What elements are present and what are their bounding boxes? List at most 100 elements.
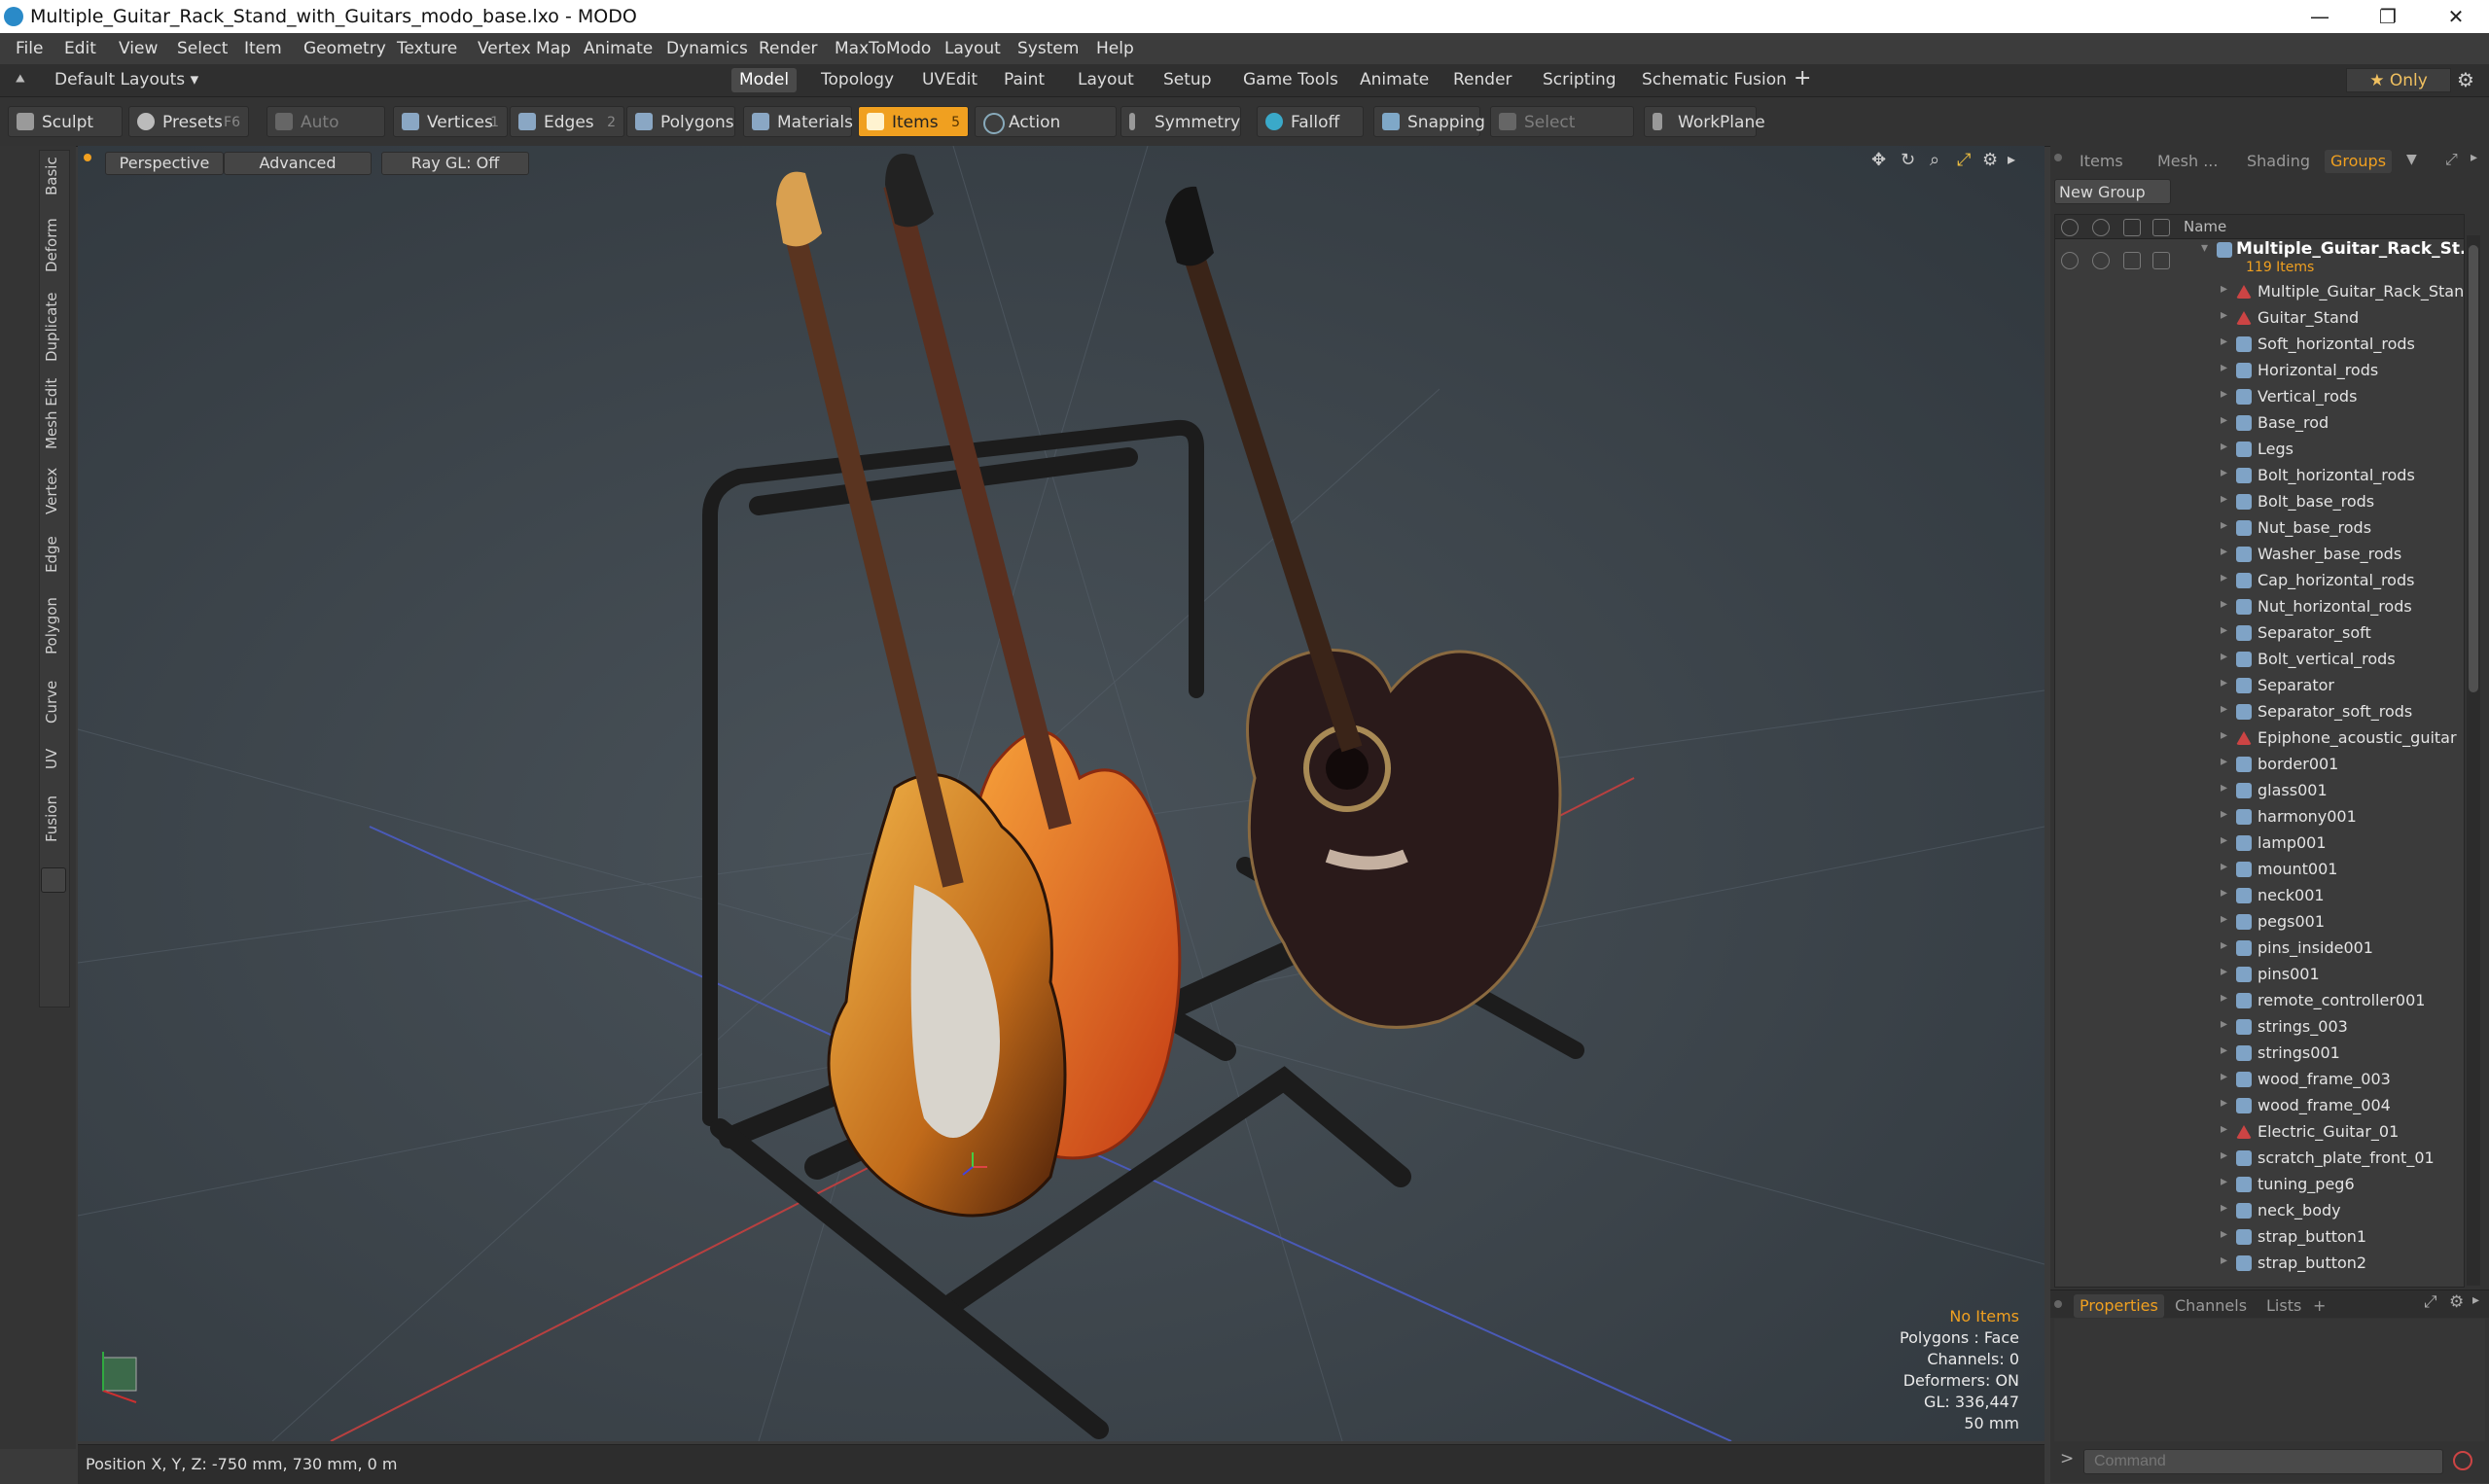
list-item[interactable]: ▸ Nut_horizontal_rods — [2055, 594, 2464, 620]
expand-arrow-icon[interactable]: ▸ — [2221, 544, 2227, 559]
expand-arrow-icon[interactable]: ▸ — [2221, 1148, 2227, 1163]
bottom-expand-icon[interactable]: ⤢ — [2424, 1292, 2437, 1312]
pan-icon[interactable]: ✥ — [1871, 150, 1886, 170]
menu-help[interactable]: Help — [1096, 39, 1134, 58]
list-item[interactable]: ▸ strap_button1 — [2055, 1224, 2464, 1251]
expand-arrow-icon[interactable]: ▸ — [2221, 727, 2227, 743]
list-item[interactable]: ▸ pins_inside001 — [2055, 936, 2464, 962]
list-item[interactable]: ▸ tuning_peg6 — [2055, 1172, 2464, 1198]
expand-arrow-icon[interactable]: ▸ — [2221, 859, 2227, 874]
close-button[interactable]: ✕ — [2422, 0, 2489, 33]
tab-topology[interactable]: Topology — [813, 68, 902, 92]
expand-arrow-icon[interactable]: ▸ — [2221, 832, 2227, 848]
root-select-icon[interactable] — [2152, 252, 2170, 269]
render-column-icon[interactable] — [2092, 219, 2110, 236]
root-collapse-icon[interactable]: ▾ — [2201, 240, 2208, 256]
expand-arrow-icon[interactable]: ▸ — [2221, 964, 2227, 979]
list-item[interactable]: ▸ neck001 — [2055, 883, 2464, 909]
list-item[interactable]: ▸ Separator_soft — [2055, 620, 2464, 647]
expand-arrow-icon[interactable]: ▸ — [2221, 491, 2227, 507]
expand-arrow-icon[interactable]: ▸ — [2221, 570, 2227, 585]
expand-arrow-icon[interactable]: ▸ — [2221, 1121, 2227, 1137]
tab-paint[interactable]: Paint — [996, 68, 1052, 92]
command-input[interactable] — [2083, 1449, 2443, 1474]
snapping-button[interactable]: Snapping — [1373, 106, 1485, 137]
shading-dropdown[interactable]: Advanced — [224, 152, 372, 175]
minimize-button[interactable]: — — [2286, 0, 2354, 33]
menu-geometry[interactable]: Geometry — [303, 39, 386, 58]
expand-arrow-icon[interactable]: ▸ — [2221, 885, 2227, 901]
tab-render[interactable]: Render — [1445, 68, 1520, 92]
tab-scripting[interactable]: Scripting — [1535, 68, 1624, 92]
expand-arrow-icon[interactable]: ▸ — [2221, 1069, 2227, 1084]
tab-items[interactable]: Items — [2074, 150, 2129, 173]
menu-item[interactable]: Item — [244, 39, 282, 58]
menu-select[interactable]: Select — [177, 39, 228, 58]
edges-button[interactable]: Edges 2 — [510, 106, 624, 137]
expand-arrow-icon[interactable]: ▸ — [2221, 1174, 2227, 1189]
tab-animate[interactable]: Animate — [1352, 68, 1437, 92]
tab-model[interactable]: Model — [731, 68, 798, 92]
menu-edit[interactable]: Edit — [64, 39, 96, 58]
expand-arrow-icon[interactable]: ▸ — [2221, 911, 2227, 927]
list-item[interactable]: ▸ Cap_horizontal_rods — [2055, 568, 2464, 594]
list-item[interactable]: ▸ border001 — [2055, 752, 2464, 778]
rotate-icon[interactable]: ↻ — [1901, 150, 1915, 170]
tab-lists[interactable]: Lists — [2260, 1294, 2307, 1318]
list-item[interactable]: ▸ pins001 — [2055, 962, 2464, 988]
symmetry-button[interactable]: Symmetry — [1120, 106, 1241, 137]
list-item[interactable]: ▸ lamp001 — [2055, 830, 2464, 857]
expand-arrow-icon[interactable]: ▸ — [2221, 1200, 2227, 1216]
expand-arrow-icon[interactable]: ▸ — [2221, 937, 2227, 953]
gear-icon[interactable]: ⚙ — [2457, 68, 2474, 91]
menu-vertex-map[interactable]: Vertex Map — [478, 39, 571, 58]
list-item[interactable]: ▸ neck_body — [2055, 1198, 2464, 1224]
viewport-settings-icon[interactable]: ⚙ — [1982, 150, 1998, 170]
command-record-icon[interactable] — [2453, 1451, 2472, 1470]
expand-arrow-icon[interactable]: ▸ — [2221, 334, 2227, 349]
vertices-button[interactable]: Vertices 1 — [393, 106, 508, 137]
list-item[interactable]: ▸ Legs — [2055, 437, 2464, 463]
list-item[interactable]: ▸ remote_controller001 — [2055, 988, 2464, 1014]
tab-game-tools[interactable]: Game Tools — [1235, 68, 1346, 92]
list-item[interactable]: ▸ pegs001 — [2055, 909, 2464, 936]
tool-tab-curve[interactable]: Curve — [43, 675, 64, 729]
tab-shading[interactable]: Shading — [2241, 150, 2316, 173]
expand-arrow-icon[interactable]: ▸ — [2221, 649, 2227, 664]
tool-tab-duplicate[interactable]: Duplicate — [43, 288, 64, 366]
list-item[interactable]: ▸ Bolt_horizontal_rods — [2055, 463, 2464, 489]
tool-tab-vertex[interactable]: Vertex — [43, 463, 64, 519]
list-item[interactable]: ▸ Multiple_Guitar_Rack_Stan ... — [2055, 279, 2464, 305]
root-visibility-icon[interactable] — [2061, 252, 2079, 269]
expand-arrow-icon[interactable]: ▸ — [2221, 754, 2227, 769]
list-item[interactable]: ▸ Electric_Guitar_01 — [2055, 1119, 2464, 1146]
tab-mesh[interactable]: Mesh ... — [2151, 150, 2223, 173]
viewport-menu-arrow-icon[interactable]: ▸ — [2008, 150, 2015, 168]
raygl-toggle[interactable]: Ray GL: Off — [381, 152, 529, 175]
list-scrollbar[interactable] — [2467, 235, 2480, 1286]
expand-arrow-icon[interactable]: ▸ — [2221, 780, 2227, 795]
list-item[interactable]: ▸ Soft_horizontal_rods — [2055, 332, 2464, 358]
tab-channels[interactable]: Channels — [2169, 1294, 2253, 1318]
list-item[interactable]: ▸ Horizontal_rods — [2055, 358, 2464, 384]
list-item[interactable]: ▸ Vertical_rods — [2055, 384, 2464, 410]
menu-view[interactable]: View — [119, 39, 158, 58]
tab-groups[interactable]: Groups — [2325, 150, 2393, 173]
add-bottom-tab-button[interactable]: + — [2307, 1294, 2331, 1318]
tool-tab-uv[interactable]: UV — [43, 739, 64, 778]
add-tab-button[interactable]: + — [1786, 66, 1819, 90]
bottom-settings-icon[interactable]: ⚙ — [2449, 1292, 2464, 1312]
name-column-header[interactable]: Name — [2184, 218, 2226, 235]
menu-dynamics[interactable]: Dynamics — [666, 39, 748, 58]
perspective-dropdown[interactable]: Perspective — [105, 152, 224, 175]
list-item[interactable]: ▸ Base_rod — [2055, 410, 2464, 437]
expand-arrow-icon[interactable]: ▸ — [2221, 701, 2227, 717]
root-render-icon[interactable] — [2092, 252, 2110, 269]
tab-layout[interactable]: Layout — [1070, 68, 1142, 92]
tool-tab-deform[interactable]: Deform — [43, 214, 64, 276]
zoom-icon[interactable]: ⌕ — [1930, 150, 1939, 170]
expand-arrow-icon[interactable]: ▸ — [2221, 412, 2227, 428]
layout-up-arrow-icon[interactable]: ⯅ — [14, 70, 27, 89]
tool-tab-toggle-button[interactable] — [41, 867, 66, 893]
expand-arrow-icon[interactable]: ▸ — [2221, 439, 2227, 454]
